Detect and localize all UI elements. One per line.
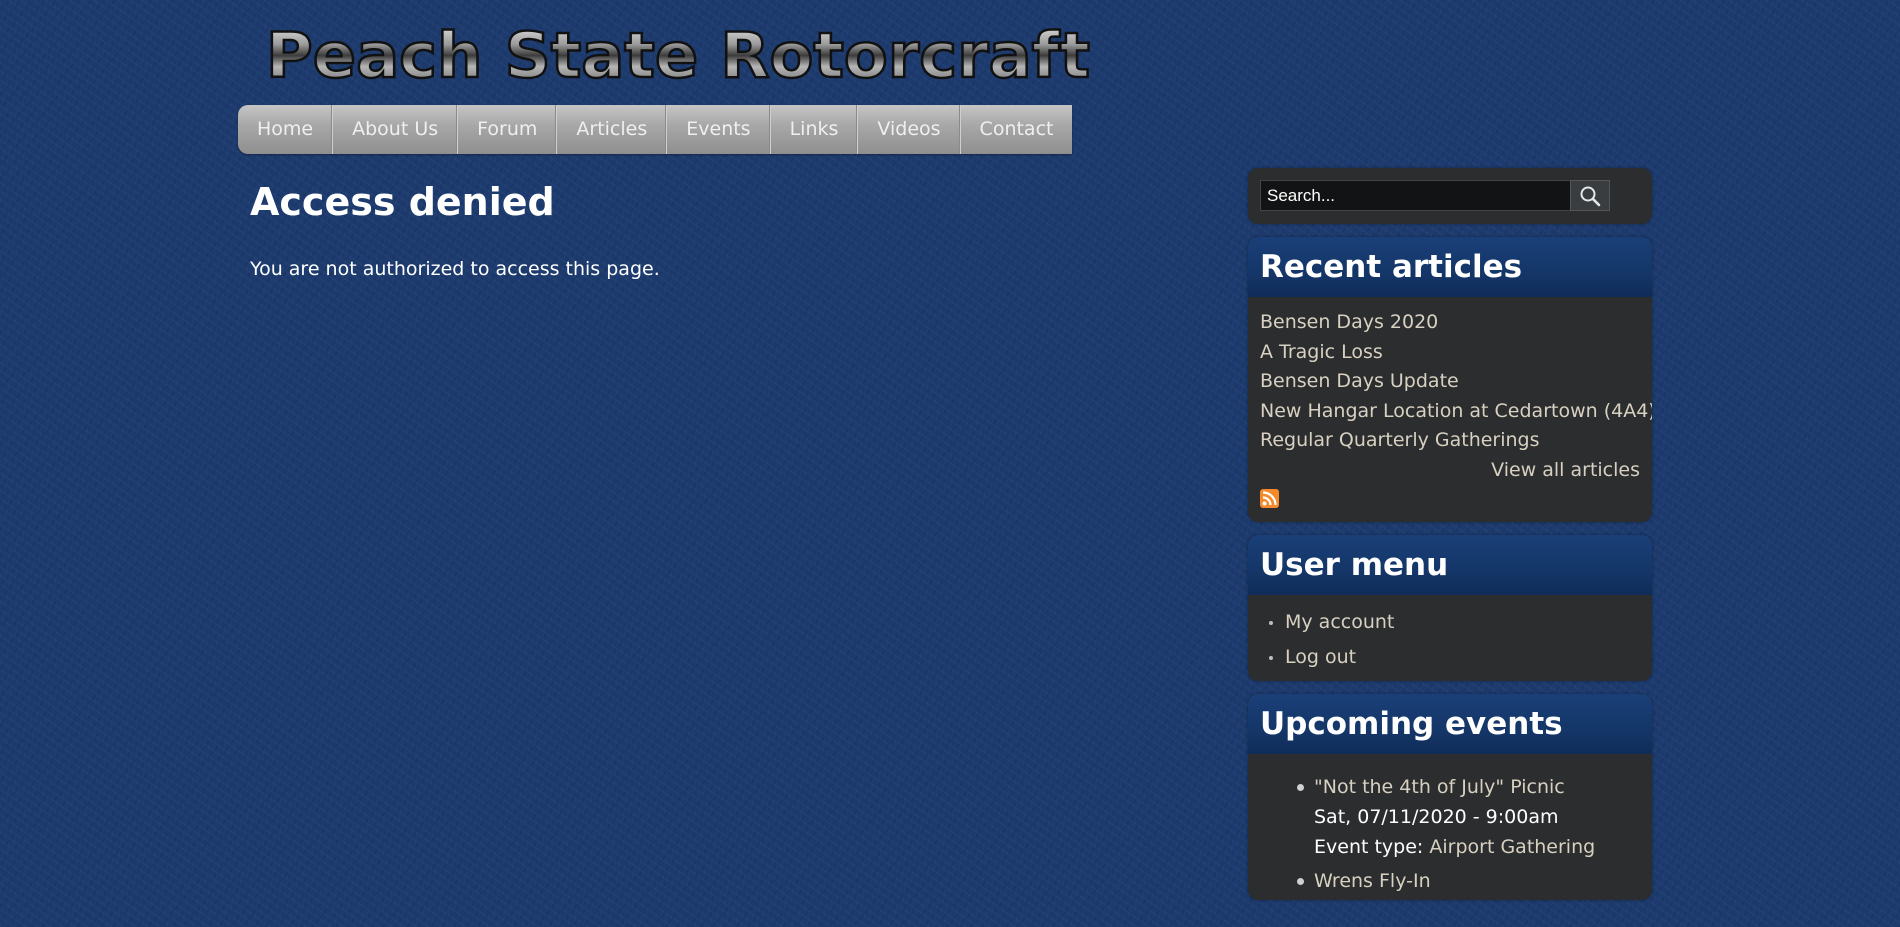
nav-item-forum[interactable]: Forum	[458, 105, 558, 154]
search-icon	[1580, 186, 1601, 206]
site-logo-image: Peach State Rotorcraft	[265, 18, 1092, 94]
article-link[interactable]: A Tragic Loss	[1260, 338, 1640, 368]
site-name: Peach State Rotorcraft	[266, 19, 1090, 92]
nav-item-events[interactable]: Events	[667, 105, 771, 154]
upcoming-events-title: Upcoming events	[1260, 705, 1563, 742]
user-menu-list: My account Log out	[1248, 595, 1652, 681]
event-item: Wrens Fly-In	[1297, 866, 1652, 896]
event-item: "Not the 4th of July" Picnic Sat, 07/11/…	[1297, 772, 1652, 862]
recent-articles-header: Recent articles	[1248, 237, 1652, 297]
page-title: Access denied	[250, 180, 555, 224]
event-date: Sat, 07/11/2020 - 9:00am	[1314, 805, 1559, 828]
recent-articles-block: Recent articles Bensen Days 2020 A Tragi…	[1248, 237, 1652, 522]
user-menu-title: User menu	[1260, 546, 1449, 583]
nav-item-articles[interactable]: Articles	[557, 105, 668, 154]
access-denied-message: You are not authorized to access this pa…	[250, 258, 660, 280]
user-menu-item: Log out	[1260, 640, 1652, 675]
nav-item-home[interactable]: Home	[238, 105, 334, 154]
event-type-label: Event type:	[1314, 835, 1424, 858]
nav-item-videos[interactable]: Videos	[858, 105, 961, 154]
upcoming-events-block: Upcoming events "Not the 4th of July" Pi…	[1248, 693, 1652, 900]
article-link[interactable]: Regular Quarterly Gatherings	[1260, 426, 1640, 456]
nav-item-links[interactable]: Links	[771, 105, 859, 154]
article-link[interactable]: New Hangar Location at Cedartown (4A4).	[1260, 397, 1652, 427]
search-block	[1248, 168, 1652, 224]
user-menu-block: User menu My account Log out	[1248, 534, 1652, 681]
article-link[interactable]: Bensen Days Update	[1260, 367, 1640, 397]
site-logo[interactable]: Peach State Rotorcraft	[262, 14, 1094, 94]
nav-item-contact[interactable]: Contact	[961, 105, 1073, 154]
my-account-link[interactable]: My account	[1285, 611, 1394, 633]
recent-articles-body: Bensen Days 2020 A Tragic Loss Bensen Da…	[1248, 297, 1652, 522]
event-title-link[interactable]: "Not the 4th of July" Picnic	[1314, 772, 1652, 802]
article-link[interactable]: Bensen Days 2020	[1260, 308, 1640, 338]
user-menu-header: User menu	[1248, 534, 1652, 595]
rss-icon[interactable]	[1260, 488, 1279, 508]
sidebar: Recent articles Bensen Days 2020 A Tragi…	[1248, 168, 1652, 913]
event-type-row: Event type: Airport Gathering	[1314, 832, 1652, 862]
event-title-link[interactable]: Wrens Fly-In	[1314, 866, 1652, 896]
search-button[interactable]	[1570, 180, 1610, 211]
nav-item-about-us[interactable]: About Us	[333, 105, 459, 154]
event-type-link[interactable]: Airport Gathering	[1429, 836, 1595, 858]
log-out-link[interactable]: Log out	[1285, 646, 1356, 668]
upcoming-events-header: Upcoming events	[1248, 693, 1652, 754]
recent-articles-title: Recent articles	[1260, 249, 1523, 285]
main-content: Access denied You are not authorized to …	[250, 180, 1150, 280]
search-input[interactable]	[1260, 180, 1570, 211]
main-navigation: Home About Us Forum Articles Events Link…	[238, 105, 1073, 154]
view-all-articles-link[interactable]: View all articles	[1260, 456, 1640, 485]
upcoming-events-list: "Not the 4th of July" Picnic Sat, 07/11/…	[1248, 754, 1652, 896]
user-menu-item: My account	[1260, 605, 1652, 640]
